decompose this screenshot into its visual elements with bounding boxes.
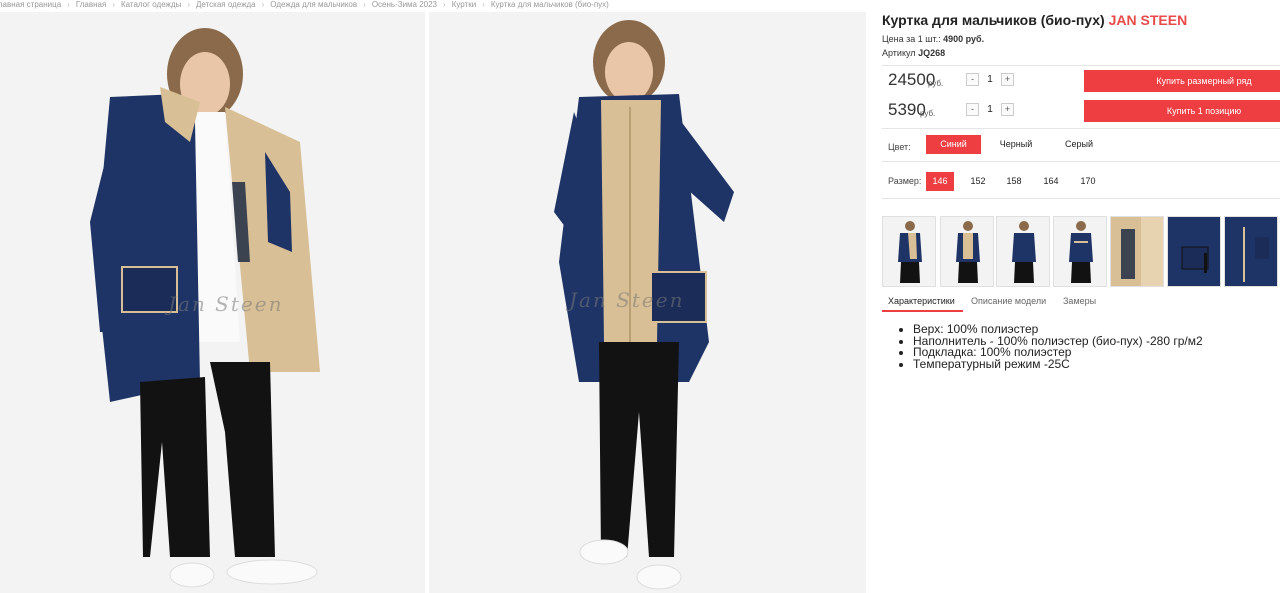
quantity-stepper: - 1 + (966, 103, 1014, 116)
quantity-value[interactable]: 1 (983, 104, 997, 115)
size-label: Размер: (888, 176, 922, 186)
quantity-decrease-button[interactable]: - (966, 103, 979, 116)
breadcrumb-current: Куртка для мальчиков (био-пух) (490, 0, 609, 9)
product-photo-secondary[interactable]: Jan Steen (429, 12, 866, 593)
quantity-increase-button[interactable]: + (1001, 103, 1014, 116)
size-option-152[interactable]: 152 (964, 172, 992, 191)
list-item: Температурный режим -25С (913, 358, 1203, 371)
quantity-decrease-button[interactable]: - (966, 73, 979, 86)
unit-price: Цена за 1 шт.: 4900 руб. (882, 34, 984, 44)
article-label: Артикул (882, 48, 916, 58)
thumbnail-image[interactable] (996, 216, 1050, 287)
quantity-increase-button[interactable]: + (1001, 73, 1014, 86)
breadcrumb-item[interactable]: Осень-Зима 2023 (372, 0, 437, 12)
unit-price-label: Цена за 1 шт.: (882, 34, 941, 44)
product-title: Куртка для мальчиков (био-пух) JAN STEEN (882, 12, 1187, 28)
tab-description[interactable]: Описание модели (971, 296, 1046, 306)
breadcrumb-item[interactable]: Куртки (452, 0, 476, 12)
product-tabs: Характеристики Описание модели Замеры (882, 294, 1280, 312)
product-info-panel: Куртка для мальчиков (био-пух) JAN STEEN… (882, 0, 1280, 593)
buy-single-button[interactable]: Купить 1 позицию (1084, 100, 1280, 122)
product-photo-main[interactable]: Jan Steen (0, 12, 425, 593)
price-row-size-set: 24500 руб. - 1 + Купить размерный ряд (882, 68, 1280, 94)
unit-price-value: 4900 руб. (943, 34, 985, 44)
brand-name[interactable]: JAN STEEN (1109, 12, 1188, 28)
color-option-black[interactable]: Черный (990, 135, 1042, 154)
size-option-170[interactable]: 170 (1074, 172, 1102, 191)
brand-watermark: Jan Steen (168, 292, 284, 316)
characteristics-list: Верх: 100% полиэстер Наполнитель - 100% … (913, 323, 1203, 371)
size-option-146[interactable]: 146 (926, 172, 954, 191)
divider (882, 128, 1280, 129)
color-option-blue[interactable]: Синий (926, 135, 981, 154)
price-currency: руб. (920, 109, 936, 118)
size-option-158[interactable]: 158 (1000, 172, 1028, 191)
quantity-stepper: - 1 + (966, 73, 1014, 86)
size-option-164[interactable]: 164 (1037, 172, 1065, 191)
thumbnail-image[interactable] (1167, 216, 1221, 287)
breadcrumb-item[interactable]: Главная страница (0, 0, 61, 12)
brand-watermark: Jan Steen (569, 288, 685, 312)
thumbnail-gallery (882, 216, 1280, 287)
tab-characteristics[interactable]: Характеристики (888, 296, 955, 306)
tab-measurements[interactable]: Замеры (1063, 296, 1096, 306)
price-currency: руб. (928, 79, 944, 88)
thumbnail-image[interactable] (1224, 216, 1278, 287)
breadcrumb-item[interactable]: Детская одежда (196, 0, 256, 12)
thumbnail-image[interactable] (1053, 216, 1107, 287)
divider (882, 65, 1280, 66)
thumbnail-image[interactable] (882, 216, 936, 287)
breadcrumb-item[interactable]: Одежда для мальчиков (270, 0, 357, 12)
breadcrumb-item[interactable]: Главная (76, 0, 106, 12)
thumbnail-image[interactable] (1110, 216, 1164, 287)
divider (882, 161, 1280, 162)
buy-size-set-button[interactable]: Купить размерный ряд (1084, 70, 1280, 92)
quantity-value[interactable]: 1 (983, 74, 997, 85)
price-row-single: 5390 руб. - 1 + Купить 1 позицию (882, 98, 1280, 124)
product-name: Куртка для мальчиков (био-пух) (882, 12, 1105, 28)
color-option-gray[interactable]: Серый (1054, 135, 1104, 154)
breadcrumb-item[interactable]: Каталог одежды (121, 0, 181, 12)
article-number: Артикул JQ268 (882, 48, 945, 58)
article-value: JQ268 (918, 48, 946, 58)
thumbnail-image[interactable] (940, 216, 994, 287)
active-tab-indicator (882, 310, 963, 312)
color-label: Цвет: (888, 142, 911, 152)
divider (882, 198, 1280, 199)
breadcrumb: Главная страница › Главная › Каталог одежд… (0, 0, 609, 12)
